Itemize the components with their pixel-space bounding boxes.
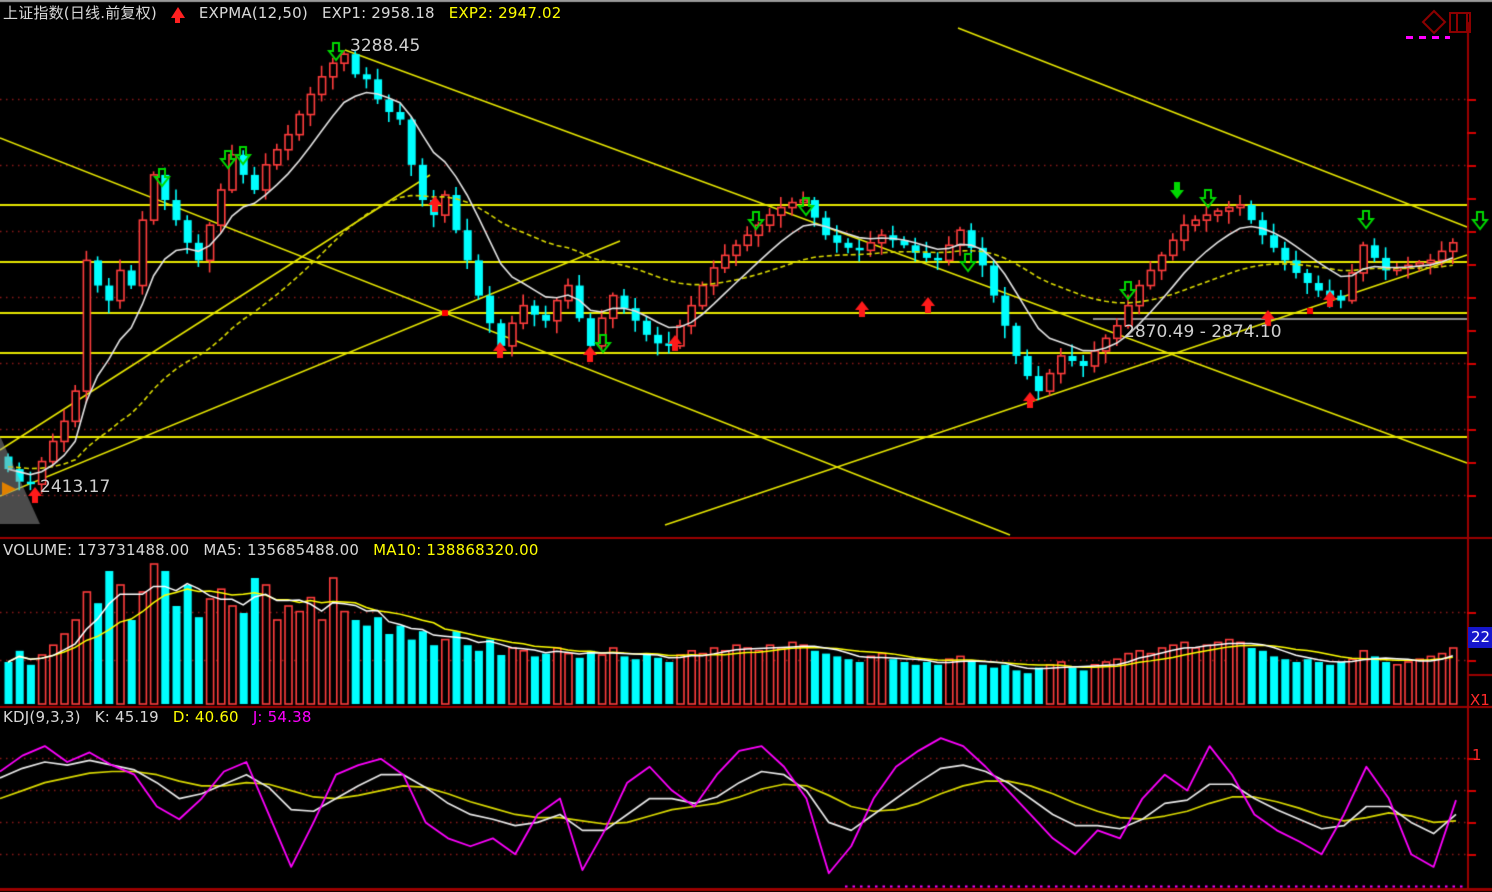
exp1-value: EXP1: 2958.18 (322, 4, 435, 22)
kdj-d-value: D: 40.60 (173, 708, 239, 726)
volume-header: VOLUME: 173731488.00 MA5: 135685488.00 M… (3, 541, 553, 559)
kdj-j-value: J: 54.38 (253, 708, 312, 726)
volume-value: VOLUME: 173731488.00 (3, 541, 189, 559)
kdj-scale-label: 1 (1472, 746, 1482, 764)
window-panes-icon[interactable] (1448, 11, 1474, 35)
gap-zone-label: 2870.49 - 2874.10 (1124, 322, 1282, 342)
volume-ma5-value: MA5: 135685488.00 (203, 541, 359, 559)
dashed-line-decoration (1406, 36, 1450, 39)
diamond-tool-icon[interactable] (1421, 9, 1447, 35)
indicator-name: EXPMA(12,50) (199, 4, 308, 22)
symbol-title: 上证指数(日线.前复权) (3, 2, 157, 23)
trading-app-window: 上证指数(日线.前复权) EXPMA(12,50) EXP1: 2958.18 … (0, 0, 1492, 892)
peak-price-label: 3288.45 (350, 36, 420, 56)
chart-canvas[interactable] (0, 0, 1492, 892)
exp2-value: EXP2: 2947.02 (449, 4, 562, 22)
low-price-label: 2413.17 (40, 477, 110, 497)
volume-scale-label: X1 (1470, 691, 1490, 709)
kdj-header: KDJ(9,3,3) K: 45.19 D: 40.60 J: 54.38 (3, 708, 326, 726)
volume-axis-badge: 22 (1468, 627, 1492, 648)
main-chart-header: 上证指数(日线.前复权) EXPMA(12,50) EXP1: 2958.18 … (3, 2, 576, 23)
volume-ma10-value: MA10: 138868320.00 (373, 541, 538, 559)
buy-arrow-icon (171, 7, 185, 18)
kdj-name: KDJ(9,3,3) (3, 708, 81, 726)
kdj-k-value: K: 45.19 (95, 708, 159, 726)
